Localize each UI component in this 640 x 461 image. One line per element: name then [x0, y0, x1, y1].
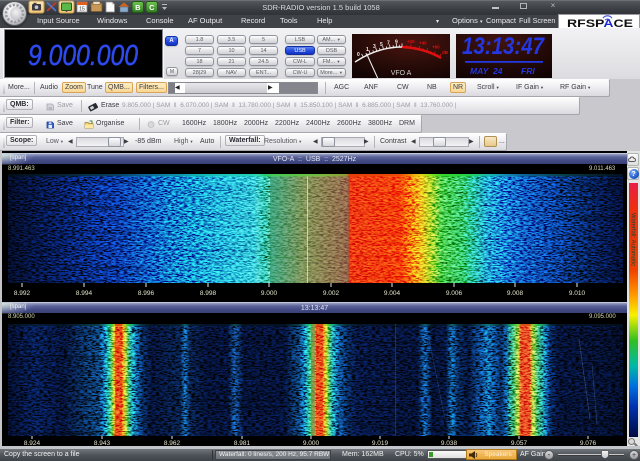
svg-text:9.000: 9.000 — [261, 290, 278, 297]
svg-text:VFO A: VFO A — [391, 70, 412, 77]
svg-text:dB: dB — [442, 50, 449, 55]
svg-text:5: 5 — [380, 42, 383, 48]
svg-text:1: 1 — [366, 47, 369, 53]
svg-text:8.992: 8.992 — [14, 290, 31, 297]
svg-text:9.000.000: 9.000.000 — [28, 40, 138, 72]
svg-text:15: 15 — [79, 7, 85, 13]
svg-text:0: 0 — [357, 52, 360, 58]
svg-text:FRI: FRI — [521, 66, 535, 76]
svg-text:9: 9 — [395, 40, 398, 46]
svg-text:9.006: 9.006 — [446, 290, 463, 297]
svg-text:3: 3 — [373, 44, 376, 50]
svg-text:24: 24 — [492, 66, 503, 76]
svg-text:9.010: 9.010 — [569, 290, 586, 297]
svg-text:+60: +60 — [432, 45, 440, 50]
svg-text:MAY: MAY — [470, 66, 490, 76]
svg-text:C: C — [149, 3, 155, 12]
svg-text:8.994: 8.994 — [76, 290, 93, 297]
svg-text:B: B — [135, 3, 141, 12]
svg-text:+40: +40 — [419, 41, 427, 46]
svg-text:13:13:47: 13:13:47 — [462, 34, 545, 60]
svg-text:9.002: 9.002 — [323, 290, 340, 297]
svg-text:9.004: 9.004 — [384, 290, 401, 297]
svg-text:9.008: 9.008 — [507, 290, 524, 297]
svg-text:8.998: 8.998 — [200, 290, 217, 297]
svg-text:+20: +20 — [407, 39, 415, 44]
svg-text:7: 7 — [387, 41, 390, 47]
svg-text:8.996: 8.996 — [138, 290, 155, 297]
